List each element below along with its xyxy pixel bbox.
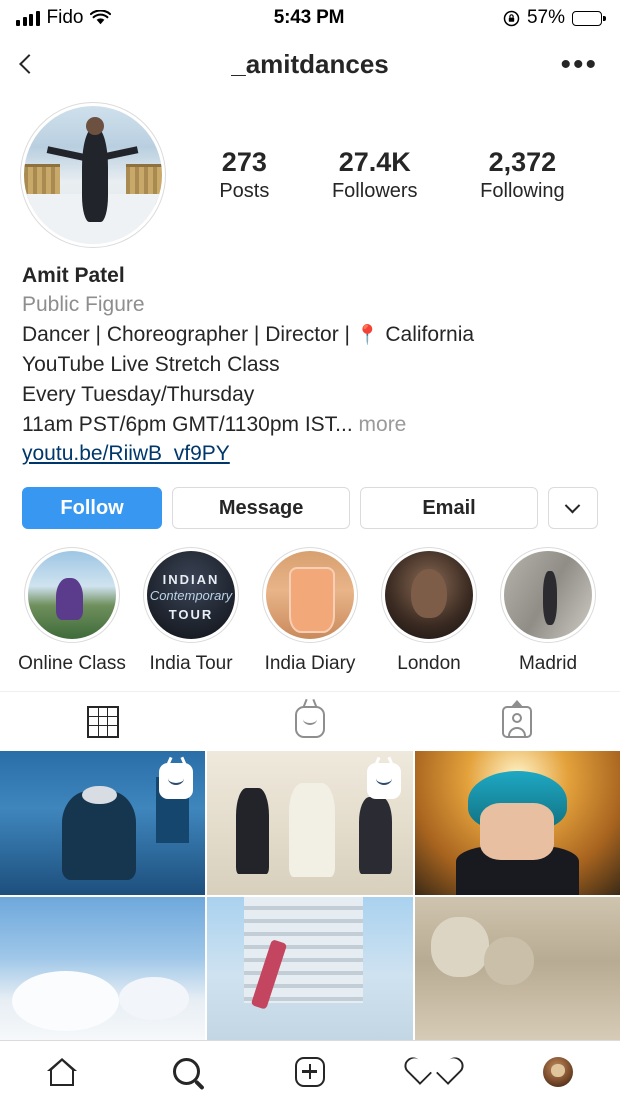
table-row[interactable] [414, 896, 620, 1040]
posts-label: Posts [219, 180, 270, 203]
back-chevron-icon[interactable] [19, 54, 39, 74]
tagged-person-icon [501, 699, 532, 738]
highlight-madrid[interactable]: Madrid [494, 547, 602, 675]
search-tab[interactable] [156, 1050, 216, 1094]
status-bar-clock: 5:43 PM [273, 7, 345, 28]
profile-header: 273 Posts 27.4K Followers 2,372 Followin… [0, 92, 620, 248]
email-button[interactable]: Email [360, 487, 538, 530]
highlight-india-tour[interactable]: INDIAN Contemporary TOUR India Tour [137, 547, 245, 675]
highlight-poster-bottom: TOUR [168, 607, 214, 623]
bio-external-link[interactable]: youtu.be/RiiwB_vf9PY [22, 439, 598, 469]
highlight-label: London [397, 653, 461, 675]
home-tab[interactable] [32, 1050, 92, 1094]
profile-avatar[interactable] [20, 102, 166, 248]
bio-more-link[interactable]: more [359, 413, 407, 436]
page-title: _amitdances [231, 48, 389, 79]
profile-stats: 273 Posts 27.4K Followers 2,372 Followin… [166, 147, 600, 203]
bio-line-2: YouTube Live Stretch Class [22, 352, 280, 376]
create-tab[interactable] [280, 1050, 340, 1094]
following-label: Following [480, 180, 565, 203]
profile-avatar-icon [543, 1056, 573, 1087]
highlight-poster-top: INDIAN [162, 572, 220, 588]
highlight-online-class[interactable]: Online Class [18, 547, 126, 675]
location-pin-icon: 📍 [355, 324, 380, 346]
posts-count: 273 [221, 146, 267, 177]
carrier-label: Fido [46, 7, 84, 28]
instagram-profile-screen: Fido 5:43 PM 57% _amitdances ••• 273 Pos… [0, 0, 620, 1102]
profile-content-tabs [0, 691, 620, 751]
igtv-icon [295, 705, 325, 738]
bio-times: 11am PST/6pm GMT/1130pm IST... [22, 412, 353, 436]
profile-category: Public Figure [22, 292, 145, 316]
igtv-badge-icon [159, 763, 194, 800]
table-row[interactable] [207, 751, 413, 895]
profile-bio: Amit Patel Public Figure Dancer | Choreo… [0, 248, 620, 469]
signal-bars-icon [16, 10, 40, 26]
bio-line-3: Every Tuesday/Thursday [22, 382, 255, 406]
status-bar-right: 57% [344, 7, 606, 29]
tagged-tab[interactable] [413, 692, 620, 751]
stat-following[interactable]: 2,372 Following [480, 147, 564, 203]
igtv-tab[interactable] [207, 692, 414, 751]
followers-label: Followers [331, 180, 418, 203]
status-bar: Fido 5:43 PM 57% [0, 0, 620, 36]
home-icon [47, 1057, 77, 1086]
stat-posts[interactable]: 273 Posts [219, 147, 269, 203]
search-icon [172, 1058, 200, 1085]
igtv-badge-icon [366, 763, 401, 800]
battery-percent-label: 57% [526, 7, 566, 28]
follow-button[interactable]: Follow [22, 487, 163, 530]
more-actions-dropdown-button[interactable] [547, 487, 598, 530]
highlight-london[interactable]: London [375, 547, 483, 675]
status-bar-left: Fido [16, 7, 274, 29]
highlight-label: Madrid [518, 653, 578, 675]
heart-icon [419, 1058, 449, 1085]
plus-square-icon [295, 1056, 325, 1087]
highlight-label: India Diary [264, 653, 356, 675]
table-row[interactable] [0, 751, 206, 895]
table-row[interactable] [207, 896, 413, 1040]
highlight-label: India Tour [149, 653, 233, 675]
rotation-lock-icon [503, 10, 520, 26]
table-row[interactable] [0, 896, 206, 1040]
grid-icon [87, 705, 120, 738]
bio-location: California [385, 322, 475, 346]
bio-line-1: Dancer | Choreographer | Director | 📍 Ca… [22, 320, 598, 350]
followers-count: 27.4K [338, 146, 411, 177]
battery-icon [572, 10, 606, 26]
more-options-icon[interactable]: ••• [560, 49, 598, 79]
highlight-poster-mid: Contemporary [149, 588, 233, 604]
following-count: 2,372 [488, 146, 557, 177]
message-button[interactable]: Message [172, 487, 351, 530]
activity-tab[interactable] [404, 1050, 464, 1094]
bio-line-4: 11am PST/6pm GMT/1130pm IST... more [22, 410, 598, 440]
post-grid [0, 751, 620, 1040]
table-row[interactable] [414, 751, 620, 895]
story-highlights: Online Class INDIAN Contemporary TOUR In… [0, 529, 620, 675]
bio-roles: Dancer | Choreographer | Director | [22, 322, 351, 346]
grid-tab[interactable] [0, 692, 207, 751]
chevron-down-icon [565, 497, 581, 514]
profile-tab[interactable] [528, 1050, 588, 1094]
nav-header: _amitdances ••• [0, 36, 620, 92]
display-name: Amit Patel [22, 264, 125, 287]
highlight-label: Online Class [18, 653, 126, 675]
highlight-india-diary[interactable]: India Diary [256, 547, 364, 675]
profile-actions: Follow Message Email [0, 469, 620, 530]
stat-followers[interactable]: 27.4K Followers [332, 147, 418, 203]
wifi-icon [90, 10, 112, 25]
bottom-navigation-bar [0, 1040, 620, 1102]
